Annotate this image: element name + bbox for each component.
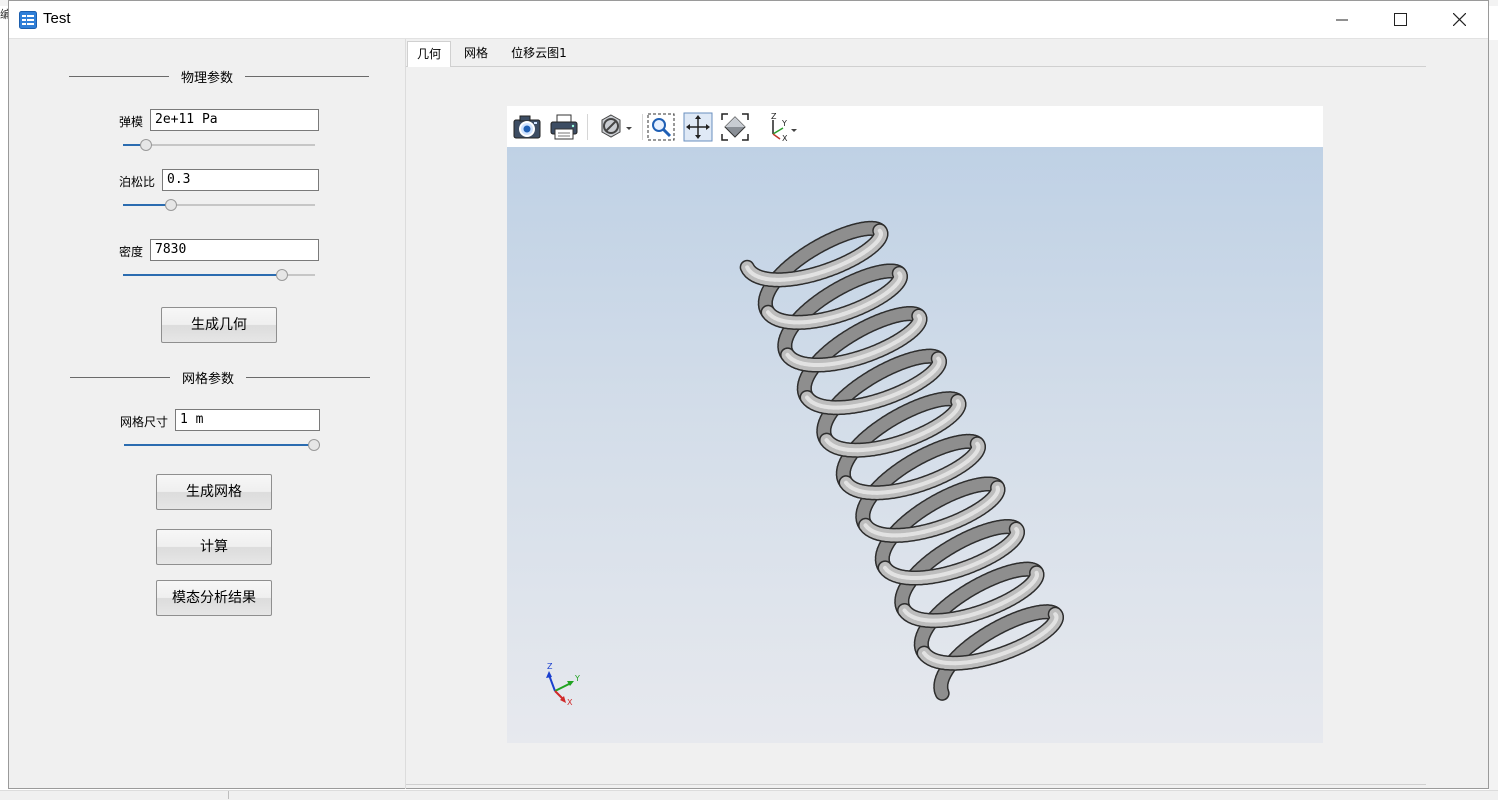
spring-coil-segment	[958, 401, 959, 402]
fit-all-icon[interactable]	[719, 112, 751, 142]
minimize-button[interactable]	[1319, 1, 1365, 38]
window-title: Test	[43, 10, 71, 27]
spring-coil-segment	[977, 444, 978, 445]
spring-coil-segment	[880, 231, 881, 232]
background-divider	[228, 791, 229, 799]
close-icon	[1453, 13, 1466, 26]
background-app-right	[1489, 40, 1498, 790]
youngs-modulus-input[interactable]: 2e+11 Pa	[150, 109, 319, 131]
group-divider	[246, 377, 370, 378]
table-app-icon	[19, 11, 37, 29]
display-mode-icon[interactable]	[597, 112, 637, 142]
toolbar-separator	[642, 114, 643, 140]
generate-geometry-button[interactable]: 生成几何	[161, 307, 277, 343]
slider-thumb[interactable]	[165, 199, 177, 211]
tab-displacement-contour[interactable]: 位移云图1	[504, 41, 574, 66]
spring-coil-segment	[938, 359, 939, 360]
app-window: Test 物理参数 弹模 2e+11 Pa 泊松比 0.3 密度 7830 生成…	[8, 0, 1489, 789]
spring-coil-segment	[899, 273, 900, 274]
modal-analysis-result-button[interactable]: 模态分析结果	[156, 580, 272, 616]
svg-text:Z: Z	[547, 662, 553, 671]
svg-text:X: X	[567, 698, 573, 707]
maximize-icon	[1394, 13, 1407, 26]
poisson-ratio-input[interactable]: 0.3	[162, 169, 319, 191]
tab-geometry[interactable]: 几何	[407, 41, 451, 67]
viewport[interactable]: Z Y X	[507, 147, 1323, 743]
mesh-group-header: 网格参数	[70, 367, 370, 387]
tab-bar: 几何 网格 位移云图1	[406, 41, 1426, 67]
spring-coil-segment	[1055, 614, 1056, 615]
slider-thumb[interactable]	[276, 269, 288, 281]
slider-thumb[interactable]	[140, 139, 152, 151]
density-slider[interactable]	[123, 269, 315, 281]
close-button[interactable]	[1436, 1, 1482, 38]
compute-button[interactable]: 计算	[156, 529, 272, 565]
slider-fill	[124, 444, 314, 446]
slider-thumb[interactable]	[308, 439, 320, 451]
density-input[interactable]: 7830	[150, 239, 319, 261]
viewer-toolbar: Z Y X	[507, 106, 1323, 147]
mesh-group-title: 网格参数	[170, 368, 246, 387]
slider-fill	[123, 204, 169, 206]
density-label: 密度	[119, 243, 143, 260]
svg-text:Y: Y	[781, 119, 787, 128]
group-divider	[245, 76, 369, 77]
slider-fill	[123, 274, 280, 276]
youngs-modulus-slider[interactable]	[123, 139, 315, 151]
minimize-icon	[1336, 14, 1348, 26]
title-bar[interactable]: Test	[9, 1, 1488, 39]
mesh-size-label: 网格尺寸	[120, 413, 168, 430]
svg-text:Y: Y	[574, 674, 580, 683]
poisson-ratio-label: 泊松比	[119, 173, 155, 190]
poisson-ratio-slider[interactable]	[123, 199, 315, 211]
3d-viewer[interactable]: Z Y X Z Y	[507, 106, 1323, 743]
helical-spring-model	[507, 147, 1323, 743]
background-app-glyph: 编	[0, 6, 8, 22]
view-axes-icon[interactable]: Z Y X	[763, 112, 801, 142]
generate-mesh-button[interactable]: 生成网格	[156, 474, 272, 510]
maximize-button[interactable]	[1377, 1, 1423, 38]
camera-icon[interactable]	[511, 112, 543, 142]
group-divider	[70, 377, 170, 378]
group-divider	[69, 76, 169, 77]
spring-coil-segment	[941, 691, 942, 694]
toolbar-separator	[587, 114, 588, 140]
axis-triad: Z Y X	[537, 659, 587, 709]
youngs-modulus-label: 弹模	[119, 113, 143, 130]
spring-coil-segment	[1016, 529, 1017, 530]
spring-coil-segment	[919, 316, 920, 317]
print-icon[interactable]	[548, 112, 580, 142]
pan-icon[interactable]	[682, 112, 714, 142]
mesh-size-input[interactable]: 1 m	[175, 409, 320, 431]
mesh-size-slider[interactable]	[124, 439, 320, 451]
physics-group-header: 物理参数	[69, 66, 369, 86]
svg-text:Z: Z	[771, 112, 777, 121]
tab-mesh[interactable]: 网格	[454, 41, 498, 66]
physics-group-title: 物理参数	[169, 67, 245, 86]
svg-text:X: X	[782, 134, 788, 142]
zoom-window-icon[interactable]	[645, 112, 677, 142]
